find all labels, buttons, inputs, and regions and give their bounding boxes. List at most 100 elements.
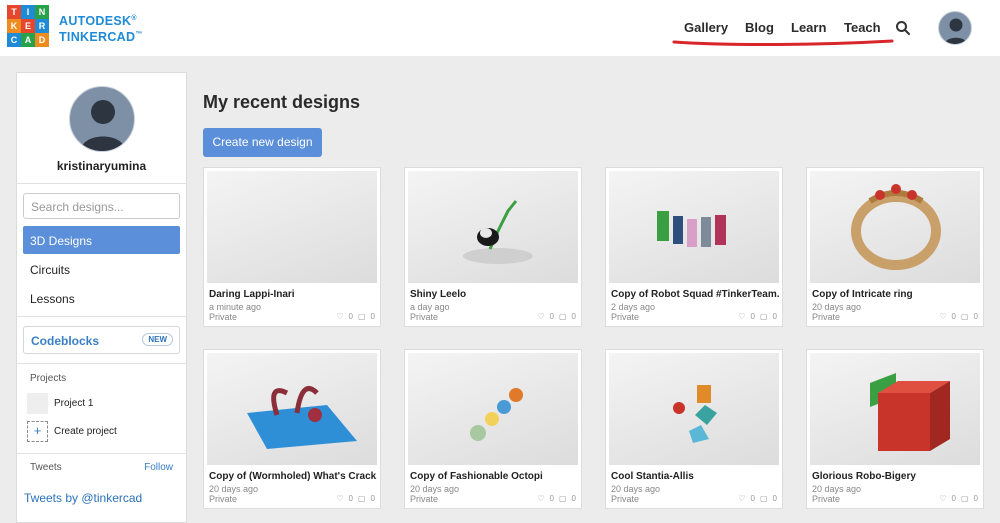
person-icon xyxy=(944,18,968,44)
sidebar-item-circuits[interactable]: Circuits xyxy=(23,255,180,283)
design-time: 20 days ago xyxy=(812,302,862,312)
design-stats: ♡ 0 ▢ 0 xyxy=(939,312,978,321)
heart-icon: ♡ xyxy=(336,312,344,321)
design-preview xyxy=(463,200,533,264)
divider xyxy=(17,183,186,184)
design-stats: ♡ 0 ▢ 0 xyxy=(537,312,576,321)
design-thumbnail[interactable] xyxy=(207,171,377,283)
heart-icon: ♡ xyxy=(939,312,947,321)
project-item[interactable]: Project 1 xyxy=(54,398,93,409)
heart-icon: ♡ xyxy=(537,494,545,503)
design-thumbnail[interactable] xyxy=(207,353,377,465)
design-privacy: Private xyxy=(410,312,439,322)
design-card[interactable]: Copy of Fashionable Octopi 20 days ago P… xyxy=(404,349,582,509)
design-title[interactable]: Copy of Robot Squad #TinkerTeam... xyxy=(611,289,779,300)
user-avatar[interactable] xyxy=(938,11,972,45)
heart-icon: ♡ xyxy=(537,312,545,321)
logo-cell: E xyxy=(21,19,35,33)
design-title[interactable]: Glorious Robo-Bigery xyxy=(812,471,980,482)
design-card[interactable]: Daring Lappi-Inari a minute ago Private … xyxy=(203,167,381,327)
sidebar: kristinaryumina Search designs... 3D Des… xyxy=(16,72,187,523)
comment-icon: ▢ xyxy=(960,312,969,321)
design-stats: ♡ 0 ▢ 0 xyxy=(336,312,375,321)
sidebar-item-3d-designs[interactable]: 3D Designs xyxy=(23,226,180,254)
brand-line-2: TINKERCAD xyxy=(59,30,136,45)
design-title[interactable]: Shiny Leelo xyxy=(410,289,578,300)
create-new-design-button[interactable]: Create new design xyxy=(203,128,322,157)
codeblocks-link[interactable]: Codeblocks NEW xyxy=(23,326,180,354)
like-count: 0 xyxy=(348,312,353,321)
tweets-by-link[interactable]: Tweets by @tinkercad xyxy=(24,491,142,505)
search-designs-input[interactable]: Search designs... xyxy=(23,193,180,219)
divider xyxy=(17,363,186,364)
hand-drawn-underline xyxy=(672,39,894,46)
comment-icon: ▢ xyxy=(960,494,969,503)
design-thumbnail[interactable] xyxy=(408,171,578,283)
new-badge: NEW xyxy=(142,333,173,346)
design-card[interactable]: Copy of (Wormholed) What's Crack... 20 d… xyxy=(203,349,381,509)
design-title[interactable]: Cool Stantia-Allis xyxy=(611,471,779,482)
nav-teach[interactable]: Teach xyxy=(844,20,881,35)
design-preview xyxy=(870,373,950,451)
design-time: 20 days ago xyxy=(611,484,661,494)
registered-mark: ® xyxy=(131,15,137,22)
design-preview xyxy=(470,388,523,441)
nav-gallery[interactable]: Gallery xyxy=(684,20,728,35)
design-privacy: Private xyxy=(209,312,238,322)
tweets-heading: Tweets xyxy=(30,462,62,473)
plus-icon[interactable]: + xyxy=(27,421,48,442)
design-card[interactable]: Shiny Leelo a day ago Private ♡ 0 ▢ 0 xyxy=(404,167,582,327)
design-privacy: Private xyxy=(611,494,640,504)
follow-link[interactable]: Follow xyxy=(144,462,173,473)
design-card[interactable]: Cool Stantia-Allis 20 days ago Private ♡… xyxy=(605,349,783,509)
design-privacy: Private xyxy=(611,312,640,322)
design-preview xyxy=(247,386,357,449)
like-count: 0 xyxy=(951,312,956,321)
design-stats: ♡ 0 ▢ 0 xyxy=(939,494,978,503)
profile-avatar[interactable] xyxy=(69,86,135,152)
design-stats: ♡ 0 ▢ 0 xyxy=(738,494,777,503)
logo-cell: A xyxy=(21,33,35,47)
nav-learn[interactable]: Learn xyxy=(791,20,826,35)
username[interactable]: kristinaryumina xyxy=(17,159,186,173)
top-header: T I N K E R C A D AUTODESK® TINKERCAD™ G… xyxy=(0,0,1000,56)
tinkercad-logo[interactable]: T I N K E R C A D xyxy=(7,5,49,47)
comment-count: 0 xyxy=(370,312,375,321)
brand-name[interactable]: AUTODESK® TINKERCAD™ xyxy=(59,12,143,44)
design-thumbnail[interactable] xyxy=(609,353,779,465)
design-time: 2 days ago xyxy=(611,302,656,312)
design-card[interactable]: Copy of Intricate ring 20 days ago Priva… xyxy=(806,167,984,327)
design-title[interactable]: Copy of Fashionable Octopi xyxy=(410,471,578,482)
design-privacy: Private xyxy=(209,494,238,504)
design-title[interactable]: Copy of Intricate ring xyxy=(812,289,980,300)
logo-cell: I xyxy=(21,5,35,19)
comment-count: 0 xyxy=(571,494,576,503)
design-preview xyxy=(657,211,726,247)
logo-cell: T xyxy=(7,5,21,19)
project-thumbnail[interactable] xyxy=(27,393,48,414)
create-project-link[interactable]: Create project xyxy=(54,426,117,437)
design-privacy: Private xyxy=(812,312,841,322)
design-card[interactable]: Glorious Robo-Bigery 20 days ago Private… xyxy=(806,349,984,509)
design-thumbnail[interactable] xyxy=(810,353,980,465)
brand-line-1: AUTODESK xyxy=(59,14,132,29)
design-time: 20 days ago xyxy=(812,484,862,494)
nav-blog[interactable]: Blog xyxy=(745,20,774,35)
sidebar-item-lessons[interactable]: Lessons xyxy=(23,284,180,312)
design-card[interactable]: Copy of Robot Squad #TinkerTeam... 2 day… xyxy=(605,167,783,327)
design-thumbnail[interactable] xyxy=(408,353,578,465)
design-preview xyxy=(851,184,941,270)
design-preview xyxy=(673,385,717,443)
like-count: 0 xyxy=(348,494,353,503)
heart-icon: ♡ xyxy=(939,494,947,503)
design-title[interactable]: Daring Lappi-Inari xyxy=(209,289,377,300)
search-icon[interactable] xyxy=(895,20,911,36)
logo-cell: R xyxy=(35,19,49,33)
design-time: a minute ago xyxy=(209,302,262,312)
design-title[interactable]: Copy of (Wormholed) What's Crack... xyxy=(209,471,377,482)
design-thumbnail[interactable] xyxy=(810,171,980,283)
design-stats: ♡ 0 ▢ 0 xyxy=(537,494,576,503)
design-time: 20 days ago xyxy=(410,484,460,494)
design-thumbnail[interactable] xyxy=(609,171,779,283)
logo-cell: K xyxy=(7,19,21,33)
